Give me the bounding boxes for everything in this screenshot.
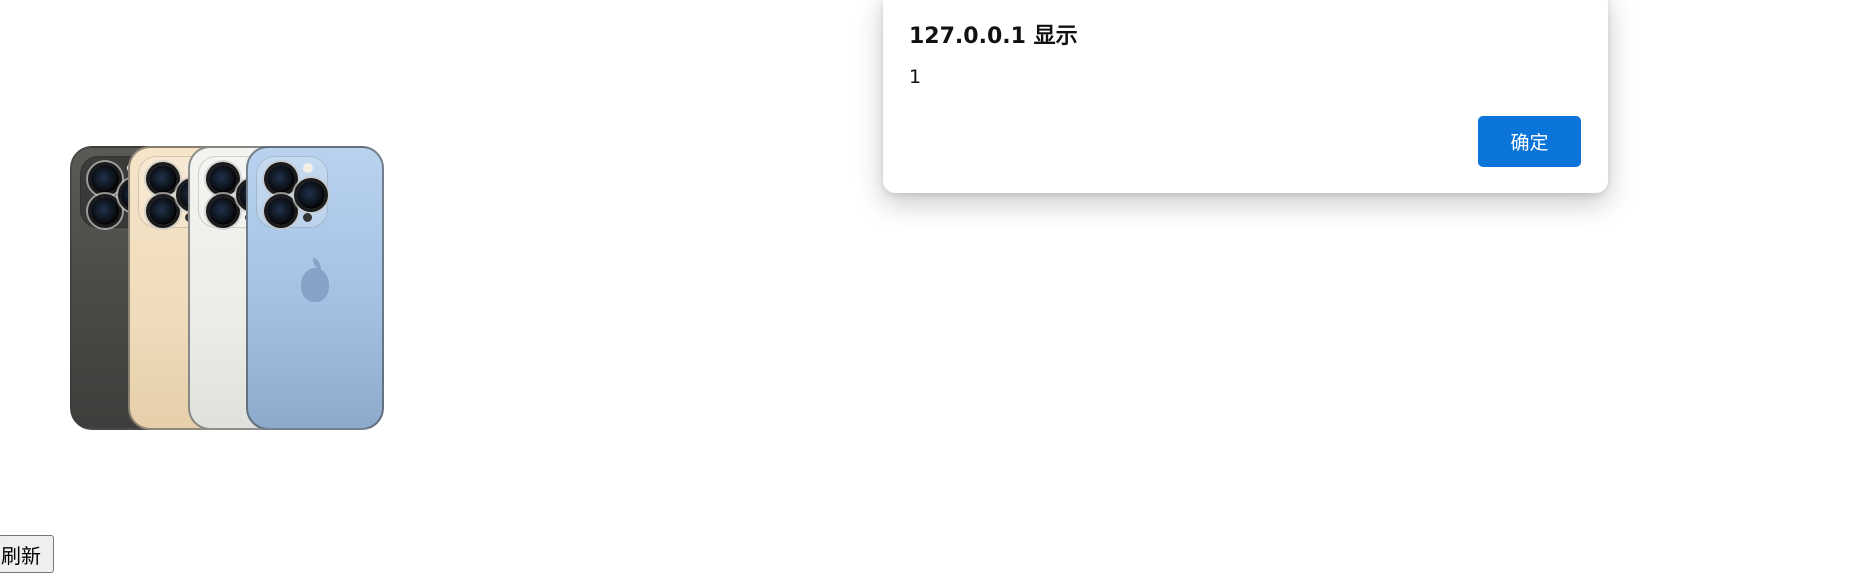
ok-button[interactable]: 确定 (1478, 116, 1581, 167)
product-image (70, 146, 386, 430)
refresh-button[interactable]: 刷新 (0, 535, 54, 573)
alert-dialog: 127.0.0.1 显示 1 确定 (883, 0, 1608, 193)
dialog-title: 127.0.0.1 显示 (909, 24, 1078, 49)
dialog-message: 1 (909, 66, 922, 88)
camera-icon (256, 156, 328, 228)
phone-sierra-blue (246, 146, 384, 430)
apple-logo-icon (301, 258, 329, 302)
